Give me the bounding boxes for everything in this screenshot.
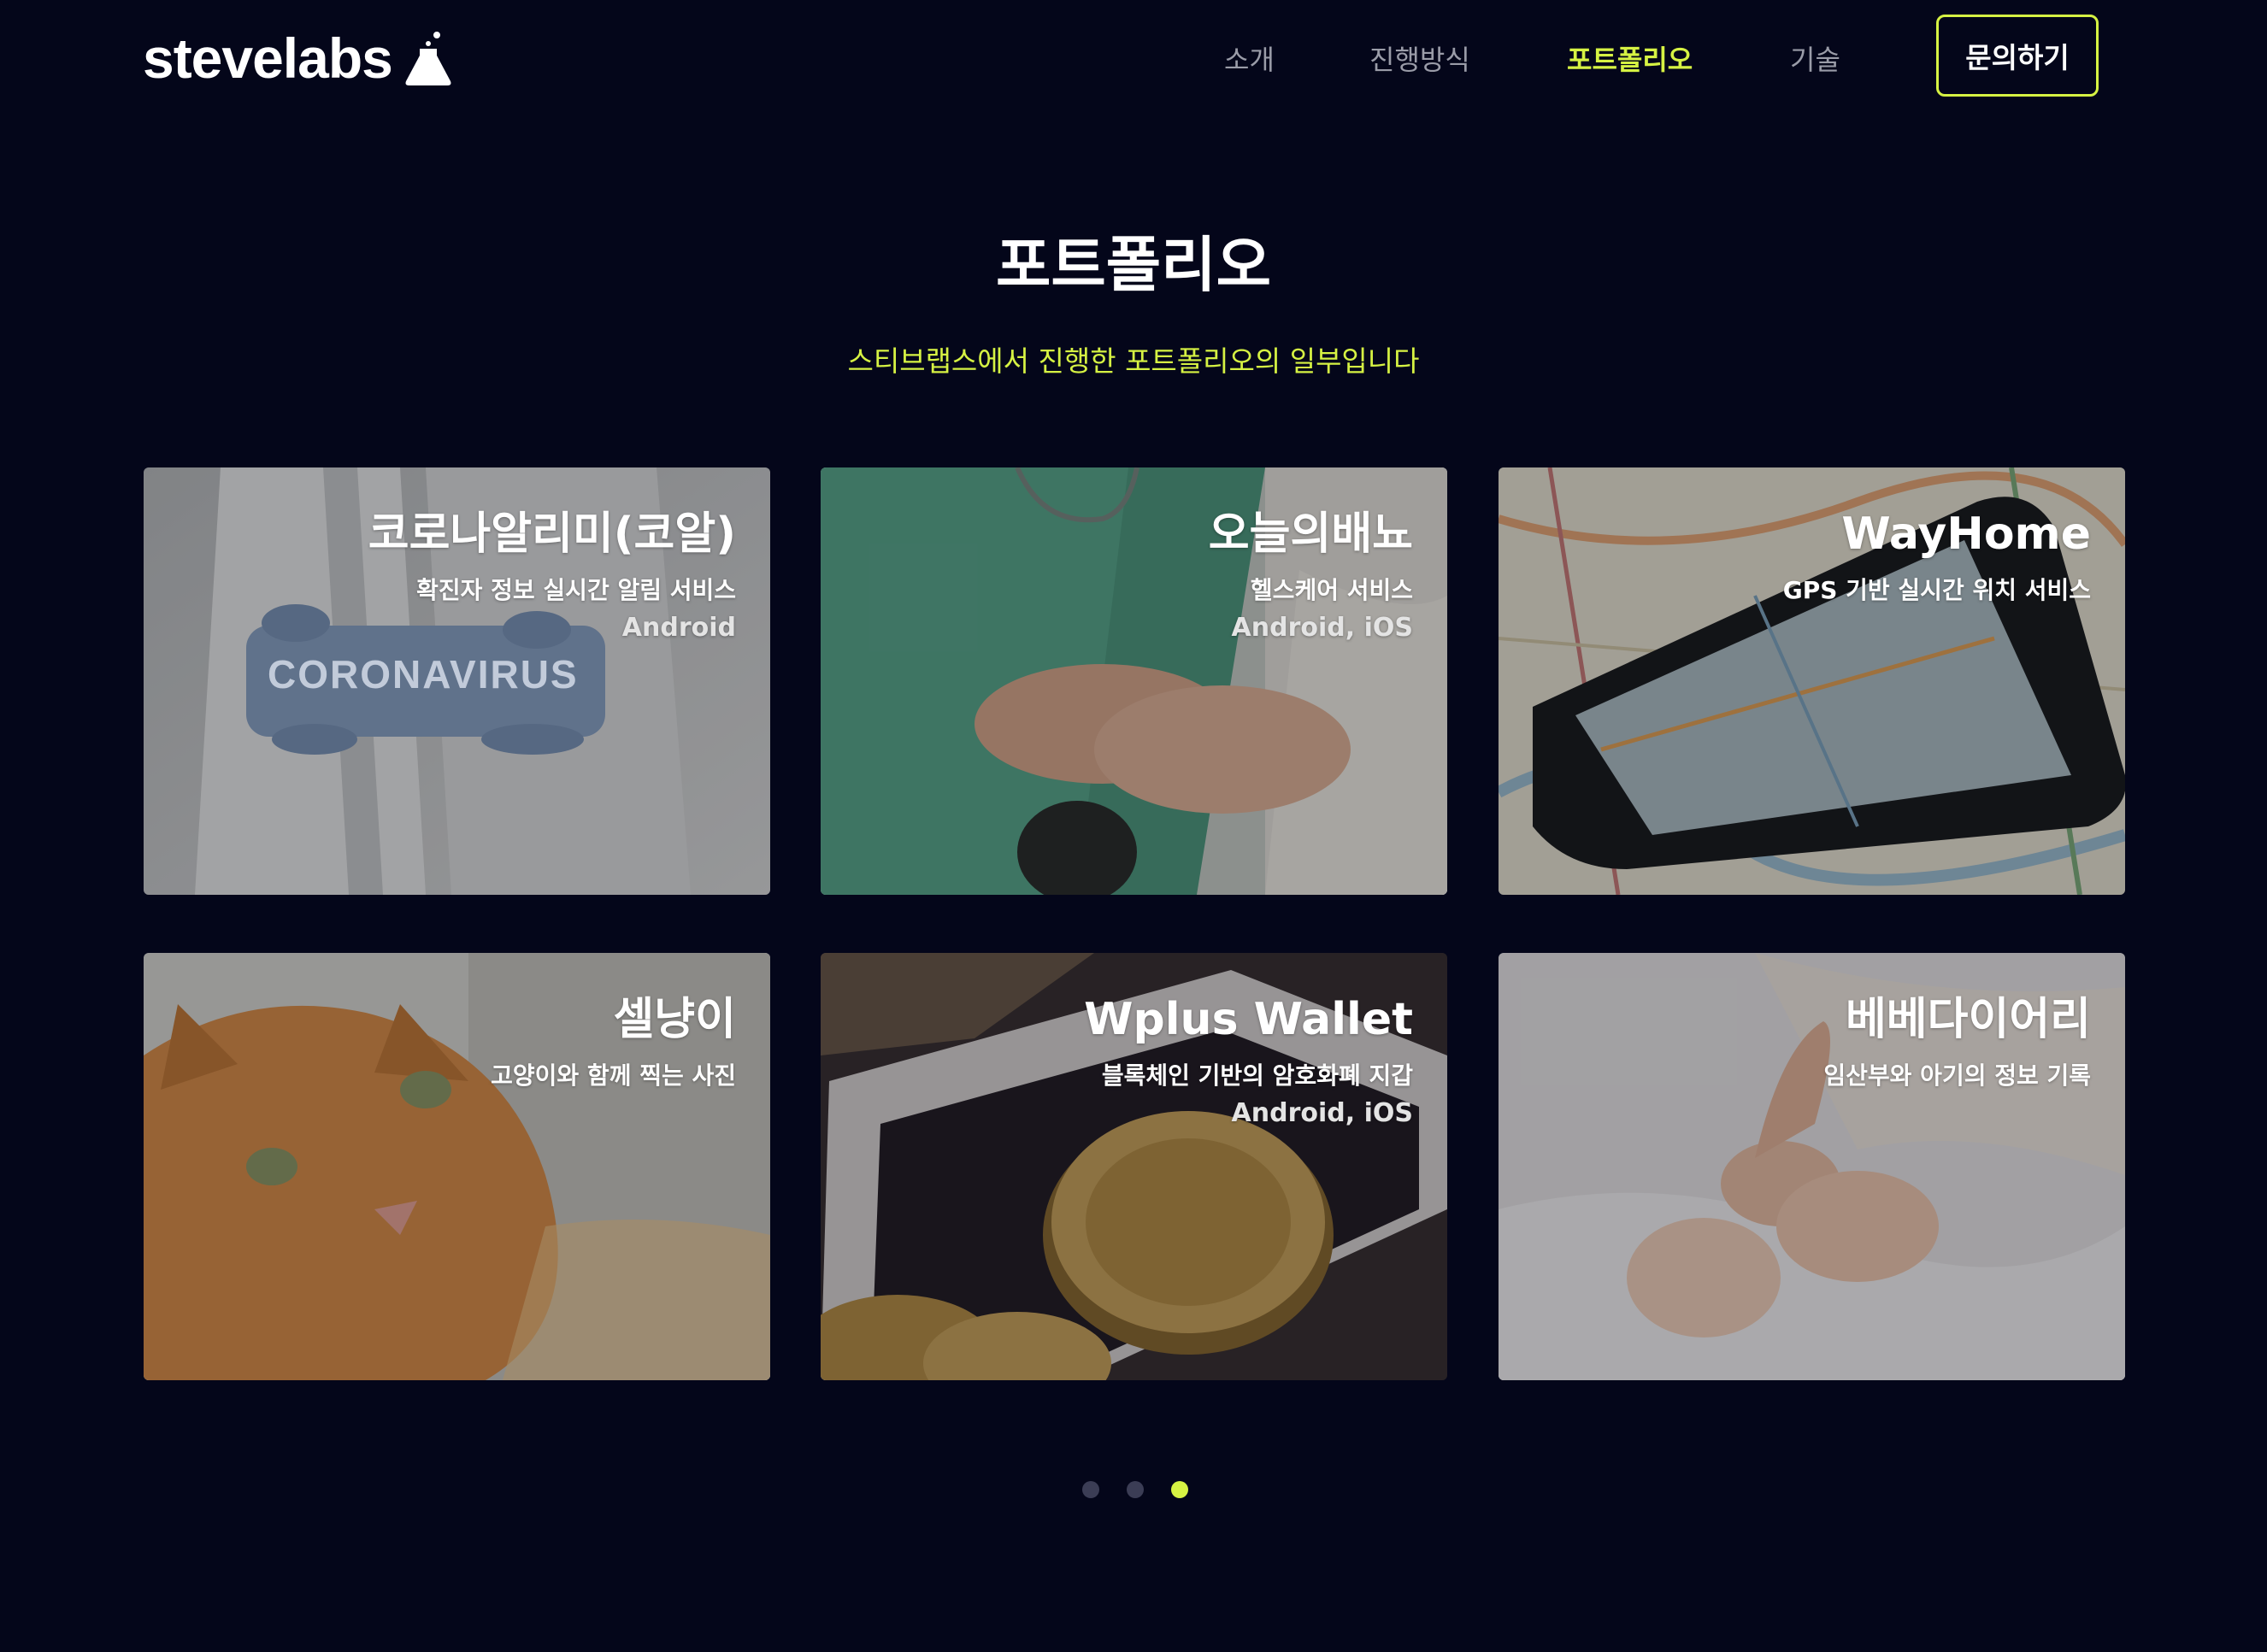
card-platform: Android, iOS — [1231, 1098, 1413, 1128]
card-description: 블록체인 기반의 암호화폐 지갑 — [1101, 1061, 1413, 1090]
logo-text: stevelabs — [143, 26, 393, 90]
section-subtitle: 스티브랩스에서 진행한 포트폴리오의 일부입니다 — [847, 344, 1420, 378]
section-title: 포트폴리오 — [996, 230, 1271, 300]
card-platform: Android — [621, 613, 736, 643]
portfolio-card-cat[interactable]: 셀냥이 고양이와 함께 찍는 사진 — [144, 953, 770, 1380]
card-platform: Android, iOS — [1231, 613, 1413, 643]
card-description: 헬스케어 서비스 — [1250, 576, 1413, 604]
nav-link-about[interactable]: 소개 — [1224, 34, 1275, 85]
pagination-dot-1[interactable] — [1082, 1481, 1099, 1498]
card-description: 고양이와 함께 찍는 사진 — [491, 1061, 736, 1090]
card-title: 코로나알리미(코알) — [368, 509, 736, 560]
image-text-coronavirus: CORONAVIRUS — [268, 652, 579, 697]
card-title: 베베다이어리 — [1845, 994, 2091, 1045]
card-title: 셀냥이 — [613, 994, 736, 1045]
pagination-dot-2[interactable] — [1127, 1481, 1144, 1498]
logo[interactable]: stevelabs — [143, 24, 452, 92]
flask-icon — [404, 30, 452, 86]
card-title: WayHome — [1841, 509, 2091, 560]
card-description: 임산부와 아기의 정보 기록 — [1823, 1061, 2091, 1090]
nav-link-process[interactable]: 진행방식 — [1369, 34, 1470, 85]
contact-button[interactable]: 문의하기 — [1936, 15, 2099, 97]
nav-link-tech[interactable]: 기술 — [1790, 34, 1840, 85]
site-header: stevelabs 소개 진행방식 포트폴리오 기술 문의하기 — [0, 0, 2267, 115]
portfolio-card-bebe-diary[interactable]: 베베다이어리 임산부와 아기의 정보 기록 — [1499, 953, 2125, 1380]
portfolio-card-wayhome[interactable]: WayHome GPS 기반 실시간 위치 서비스 — [1499, 467, 2125, 895]
portfolio-card-urination[interactable]: 오늘의배뇨 헬스케어 서비스 Android, iOS — [821, 467, 1447, 895]
portfolio-card-corona[interactable]: CORONAVIRUS 코로나알리미(코알) 확진자 정보 실시간 알림 서비스… — [144, 467, 770, 895]
nav-link-portfolio[interactable]: 포트폴리오 — [1567, 34, 1693, 85]
carousel-pagination — [0, 1481, 2267, 1502]
card-title: 오늘의배뇨 — [1208, 509, 1413, 560]
card-description: GPS 기반 실시간 위치 서비스 — [1782, 576, 2091, 604]
card-description: 확진자 정보 실시간 알림 서비스 — [416, 576, 736, 604]
portfolio-card-wallet[interactable]: Wplus Wallet 블록체인 기반의 암호화폐 지갑 Android, i… — [821, 953, 1447, 1380]
card-title: Wplus Wallet — [1084, 994, 1413, 1045]
pagination-dot-3[interactable] — [1171, 1481, 1188, 1498]
